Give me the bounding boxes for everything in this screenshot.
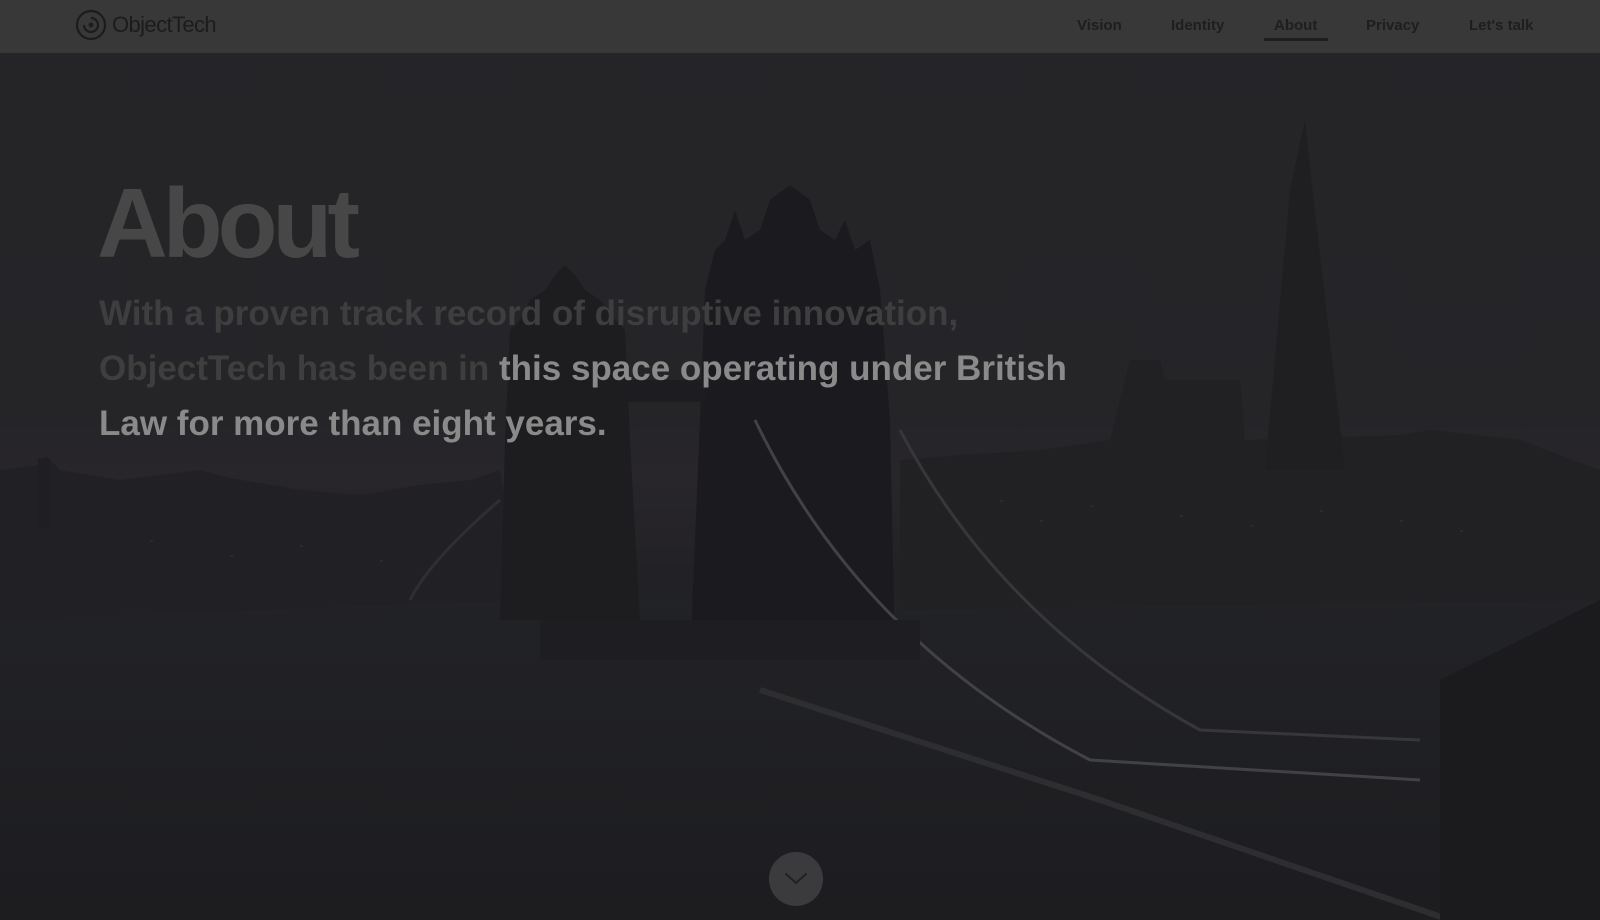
hero-background-image	[0, 0, 1600, 920]
chevron-down-icon	[785, 873, 807, 884]
active-nav-indicator	[1264, 38, 1328, 41]
hero-description: With a proven track record of disruptive…	[99, 286, 1129, 451]
nav-item-vision[interactable]: Vision	[1077, 14, 1122, 38]
nav-item-about[interactable]: About	[1274, 14, 1317, 38]
page-title: About	[97, 168, 360, 278]
site-header: ObjectTech Vision Identity About Privacy…	[0, 0, 1600, 53]
nav-item-identity[interactable]: Identity	[1171, 14, 1224, 38]
main-nav: Vision Identity About Privacy Let's talk	[0, 0, 1600, 53]
scroll-down-button[interactable]	[769, 852, 823, 906]
page: ObjectTech Vision Identity About Privacy…	[0, 0, 1600, 920]
nav-item-lets-talk[interactable]: Let's talk	[1469, 14, 1533, 38]
nav-item-privacy[interactable]: Privacy	[1366, 14, 1419, 38]
